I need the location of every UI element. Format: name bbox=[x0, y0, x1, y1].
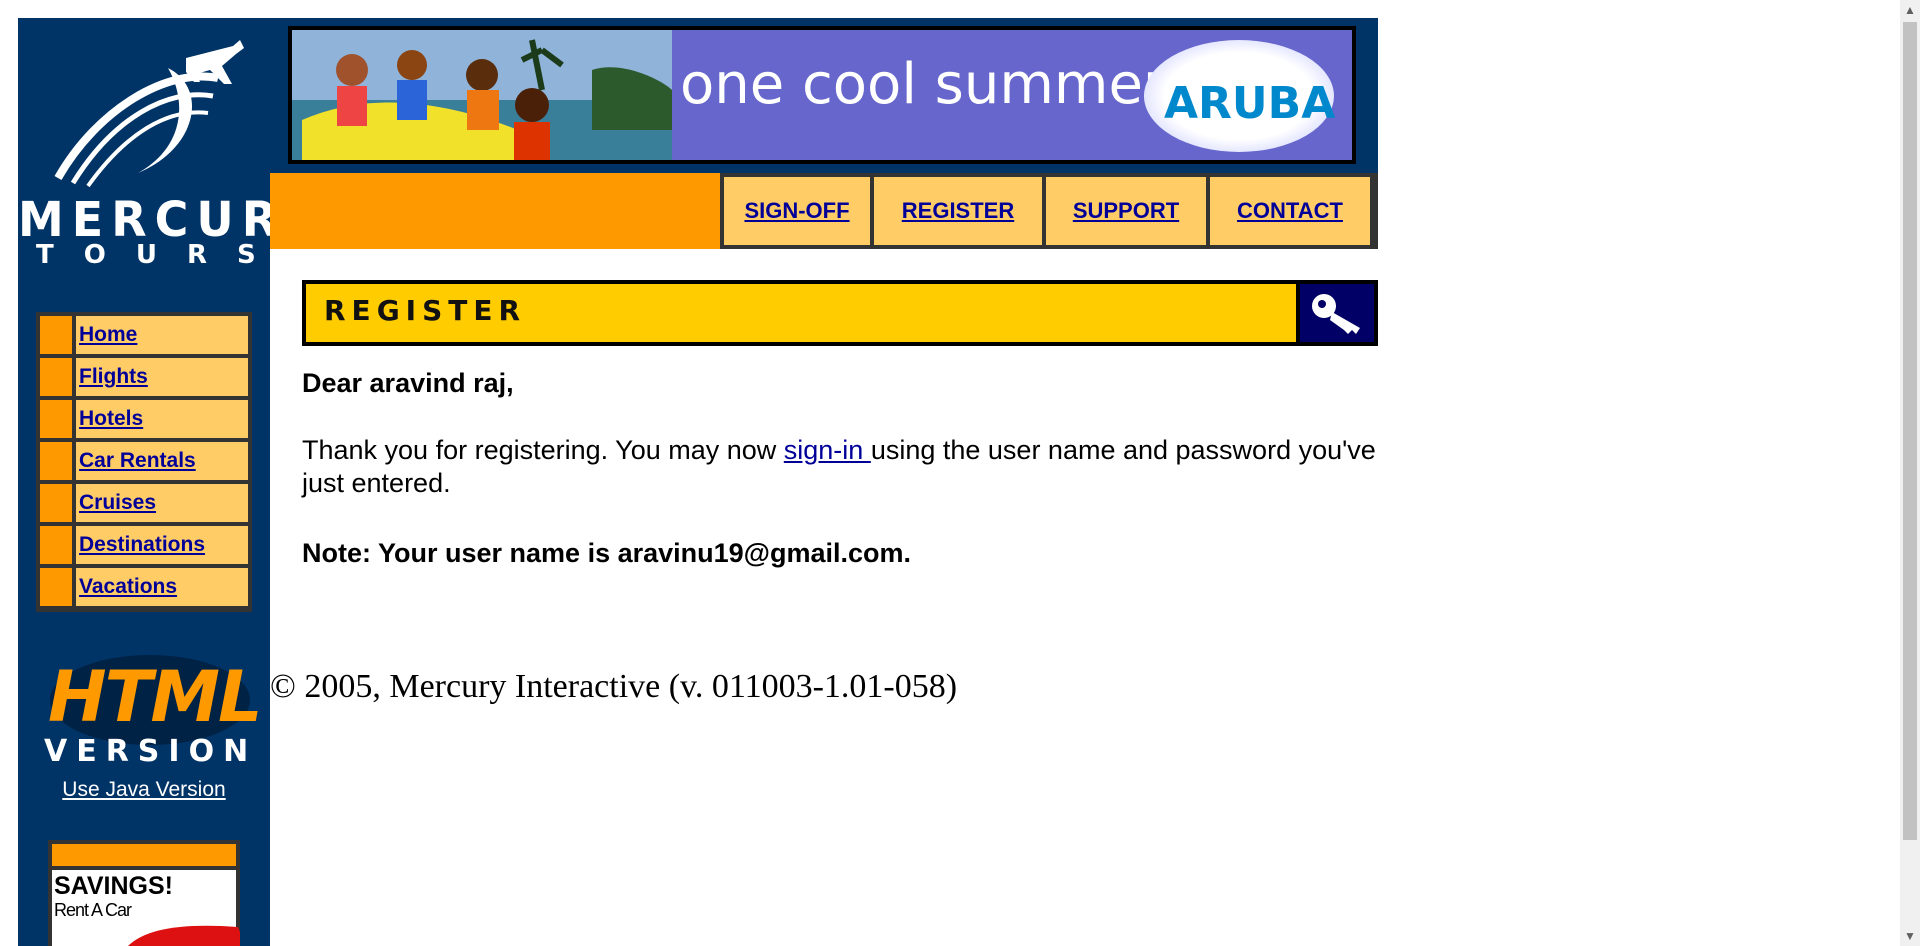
savings-ad-bar bbox=[52, 844, 236, 866]
username-note: Note: Your user name is aravinu19@gmail.… bbox=[302, 538, 912, 568]
top-nav-links: SIGN-OFF REGISTER SUPPORT CONTACT bbox=[720, 173, 1378, 249]
beach-photo-icon bbox=[292, 30, 672, 160]
thanks-message: Thank you for registering. You may now s… bbox=[302, 434, 1392, 500]
java-version-link[interactable]: Use Java Version bbox=[62, 778, 225, 801]
support-link[interactable]: SUPPORT bbox=[1073, 198, 1179, 224]
page-title: REGISTER bbox=[324, 294, 527, 327]
register-link[interactable]: REGISTER bbox=[902, 198, 1014, 224]
html-badge: HTML bbox=[48, 656, 263, 738]
sidebar-link-car-rentals[interactable]: Car Rentals bbox=[79, 449, 196, 473]
savings-ad[interactable]: SAVINGS! Rent A Car bbox=[48, 840, 240, 946]
menu-bullet bbox=[40, 400, 72, 438]
sidebar-item-cruises[interactable]: Cruises bbox=[40, 484, 248, 522]
nav-sign-off[interactable]: SIGN-OFF bbox=[724, 177, 870, 245]
brand-name: MERCURY bbox=[18, 190, 324, 248]
sidebar-menu: Home Flights Hotels Car Rentals Cruises … bbox=[36, 312, 252, 612]
sidebar-item-vacations[interactable]: Vacations bbox=[40, 568, 248, 606]
version-badge: VERSION bbox=[44, 734, 258, 769]
sidebar-item-flights[interactable]: Flights bbox=[40, 358, 248, 396]
sign-in-link[interactable]: sign-in bbox=[784, 435, 871, 465]
contact-link[interactable]: CONTACT bbox=[1237, 198, 1343, 224]
vertical-scrollbar[interactable]: ▲ ▼ bbox=[1900, 0, 1920, 946]
key-icon-box bbox=[1300, 284, 1374, 342]
sidebar-item-home[interactable]: Home bbox=[40, 316, 248, 354]
sidebar-link-flights[interactable]: Flights bbox=[79, 365, 148, 389]
greeting-text: Dear aravind raj, bbox=[302, 368, 514, 398]
aruba-banner[interactable]: one cool summer ARUBA bbox=[288, 26, 1356, 164]
sidebar-link-vacations[interactable]: Vacations bbox=[79, 575, 177, 599]
java-version-link-wrap: Use Java Version bbox=[18, 778, 270, 802]
menu-bullet bbox=[40, 358, 72, 396]
copyright-text: © 2005, Mercury Interactive (v. 011003-1… bbox=[270, 668, 958, 705]
register-header: REGISTER bbox=[302, 280, 1378, 346]
car-icon bbox=[128, 925, 240, 946]
banner-image: one cool summer ARUBA bbox=[292, 30, 1352, 160]
nav-contact[interactable]: CONTACT bbox=[1210, 177, 1370, 245]
scrollbar-thumb[interactable] bbox=[1903, 22, 1917, 840]
menu-bullet bbox=[40, 568, 72, 606]
sidebar-item-destinations[interactable]: Destinations bbox=[40, 526, 248, 564]
sidebar-link-hotels[interactable]: Hotels bbox=[79, 407, 143, 431]
menu-bullet bbox=[40, 484, 72, 522]
aruba-logo-text: ARUBA bbox=[1164, 78, 1336, 129]
scroll-down-arrow-icon[interactable]: ▼ bbox=[1900, 926, 1920, 946]
sidebar-link-cruises[interactable]: Cruises bbox=[79, 491, 156, 515]
menu-bullet bbox=[40, 442, 72, 480]
nav-register[interactable]: REGISTER bbox=[874, 177, 1042, 245]
brand-subname: TOURS bbox=[36, 240, 286, 270]
nav-support[interactable]: SUPPORT bbox=[1046, 177, 1206, 245]
sidebar-item-hotels[interactable]: Hotels bbox=[40, 400, 248, 438]
banner-slogan: one cool summer bbox=[680, 52, 1166, 117]
sidebar-item-car-rentals[interactable]: Car Rentals bbox=[40, 442, 248, 480]
sidebar-link-home[interactable]: Home bbox=[79, 323, 137, 347]
scroll-up-arrow-icon[interactable]: ▲ bbox=[1900, 0, 1920, 20]
savings-title: SAVINGS! bbox=[54, 872, 173, 900]
key-icon bbox=[1312, 294, 1360, 334]
menu-bullet bbox=[40, 316, 72, 354]
thanks-prefix: Thank you for registering. You may now bbox=[302, 435, 784, 465]
sidebar-link-destinations[interactable]: Destinations bbox=[79, 533, 205, 557]
sign-off-link[interactable]: SIGN-OFF bbox=[744, 198, 849, 224]
menu-bullet bbox=[40, 526, 72, 564]
